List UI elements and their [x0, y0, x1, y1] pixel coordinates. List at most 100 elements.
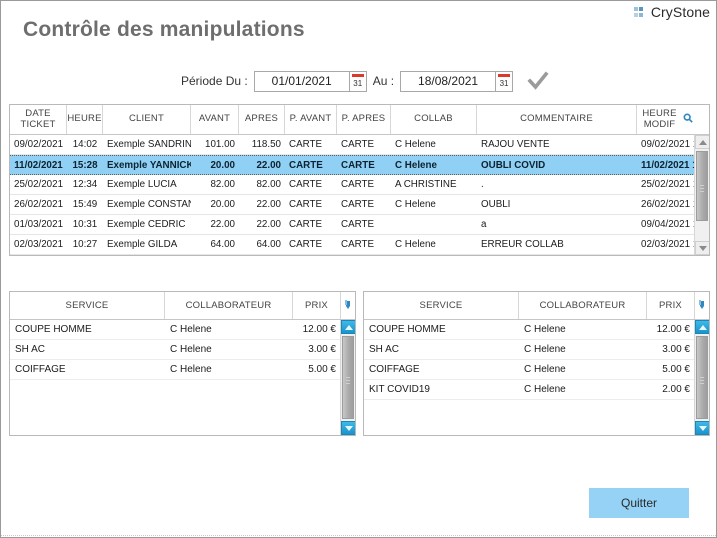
cell-collab: C Helene — [395, 139, 436, 150]
quit-button[interactable]: Quitter — [589, 488, 689, 518]
cell-avant: 22.00 — [210, 219, 235, 230]
detail-right-scroll-thumb[interactable] — [696, 336, 708, 419]
scroll-up-button[interactable] — [695, 135, 709, 149]
detail-table-right[interactable]: SERVICE COLLABORATEUR PRIX COUPE HOMME C He… — [363, 291, 710, 436]
column-header-client[interactable]: CLIENT — [103, 105, 191, 134]
column-header-label: DATE TICKET — [20, 108, 56, 130]
detail-left-cell-service: SH AC — [15, 344, 46, 355]
detail-right-list-item[interactable]: SH AC C Helene 3.00 € — [364, 340, 709, 360]
detail-left-list-item[interactable]: COIFFAGE C Helene 5.00 € — [10, 360, 355, 380]
cell-heure: 12:34 — [72, 179, 98, 190]
table-row[interactable]: 01/03/2021 10:31 Exemple CEDRIC 22.00 22.00 C… — [10, 215, 709, 235]
detail-left-body[interactable]: COUPE HOMME C Helene 12.00 € SH AC C Helene 3… — [10, 320, 355, 435]
cell-avant: 20.00 — [210, 199, 235, 210]
page-title: Contrôle des manipulations — [23, 18, 305, 41]
period-to-label: Au : — [372, 74, 395, 88]
brand-name: CryStone — [650, 4, 710, 20]
table-row-selected[interactable]: 11/02/2021 15:28 Exemple YANNICK 20.00 22.00… — [10, 155, 709, 175]
table-row[interactable]: 09/02/2021 14:02 Exemple SANDRINE 101.00 118… — [10, 135, 709, 155]
table-row[interactable]: 26/02/2021 15:49 Exemple CONSTANC 20.00 22.0… — [10, 195, 709, 215]
period-from-label: Période Du : — [181, 74, 248, 88]
cell-date-ticket: 09/02/2021 — [14, 139, 64, 150]
cell-client: Exemple CONSTANC — [107, 199, 191, 210]
detail-right-column-header-collaborateur[interactable]: COLLABORATEUR — [519, 292, 647, 319]
detail-right-cell-collaborateur: C Helene — [524, 364, 566, 375]
cell-apres: 82.00 — [256, 179, 281, 190]
detail-left-column-header-service[interactable]: SERVICE — [10, 292, 165, 319]
column-header-p-apres[interactable]: P. APRES — [337, 105, 391, 134]
cell-heure-modif: 11/02/2021 17:2 — [641, 159, 695, 171]
detail-left-cell-prix: 12.00 € — [302, 324, 336, 335]
date-from-group: 31 — [253, 70, 367, 92]
cell-heure-modif: 25/02/2021 12:3 — [641, 179, 695, 190]
detail-left-cell-prix: 5.00 € — [308, 364, 336, 375]
detail-left-scroll-up-button[interactable] — [341, 320, 355, 334]
cell-heure-modif: 09/02/2021 14:0 — [641, 139, 695, 150]
detail-left-cell-collaborateur: C Helene — [170, 324, 212, 335]
detail-left-header: SERVICE COLLABORATEUR PRIX — [10, 292, 355, 320]
detail-right-cell-service: KIT COVID19 — [369, 384, 430, 395]
detail-right-body[interactable]: COUPE HOMME C Helene 12.00 € SH AC C Helene 3… — [364, 320, 709, 435]
column-header-date-ticket[interactable]: DATE TICKET — [10, 105, 67, 134]
column-header-heure-modif[interactable]: HEURE MODIF — [637, 105, 695, 134]
cell-avant: 20.00 — [210, 159, 235, 171]
detail-right-list-item[interactable]: COUPE HOMME C Helene 12.00 € — [364, 320, 709, 340]
detail-left-scroll-thumb[interactable] — [342, 336, 354, 419]
manipulations-vertical-scrollbar[interactable] — [694, 135, 709, 255]
column-header-commentaire[interactable]: COMMENTAIRE — [477, 105, 637, 134]
detail-left-scroll-down-button[interactable] — [341, 421, 355, 435]
detail-right-column-chooser-icon[interactable] — [695, 292, 709, 319]
column-header-heure[interactable]: HEURE — [67, 105, 103, 134]
detail-right-list-item[interactable]: COIFFAGE C Helene 5.00 € — [364, 360, 709, 380]
cell-client: Exemple GILDA — [107, 239, 178, 250]
manipulations-table-header: DATE TICKET HEURE CLIENT AVANT APRES P. AVANT… — [10, 105, 709, 135]
cell-client: Exemple YANNICK — [107, 159, 191, 171]
check-mark-icon[interactable] — [527, 70, 549, 92]
cell-avant: 101.00 — [205, 139, 235, 150]
table-row[interactable]: 02/03/2021 10:27 Exemple GILDA 64.00 64.00 CA… — [10, 235, 709, 255]
detail-right-column-header-service[interactable]: SERVICE — [364, 292, 519, 319]
detail-left-column-header-prix[interactable]: PRIX — [293, 292, 341, 319]
cell-heure: 10:31 — [72, 219, 98, 230]
magnifier-icon[interactable] — [683, 113, 693, 126]
column-header-avant[interactable]: AVANT — [191, 105, 239, 134]
cell-p-avant: CARTE — [289, 139, 323, 150]
table-row[interactable]: 25/02/2021 12:34 Exemple LUCIA 82.00 82.00 CA… — [10, 175, 709, 195]
scroll-down-button[interactable] — [695, 241, 709, 255]
detail-left-list-item[interactable]: SH AC C Helene 3.00 € — [10, 340, 355, 360]
detail-right-scroll-down-button[interactable] — [695, 421, 709, 435]
manipulations-table-body[interactable]: 09/02/2021 14:02 Exemple SANDRINE 101.00 118… — [10, 135, 709, 255]
detail-right-column-header-prix[interactable]: PRIX — [647, 292, 695, 319]
detail-right-list-item[interactable]: KIT COVID19 C Helene 2.00 € — [364, 380, 709, 400]
cell-heure: 15:28 — [72, 159, 98, 171]
calendar-from-button[interactable]: 31 — [349, 70, 367, 92]
cell-apres: 22.00 — [256, 219, 281, 230]
detail-right-scrollbar[interactable] — [694, 320, 709, 435]
column-header-p-avant[interactable]: P. AVANT — [285, 105, 337, 134]
detail-right-cell-service: COUPE HOMME — [369, 324, 446, 335]
cell-p-apres: CARTE — [341, 239, 375, 250]
date-from-input[interactable] — [253, 70, 350, 92]
detail-left-scrollbar[interactable] — [340, 320, 355, 435]
detail-right-cell-prix: 5.00 € — [662, 364, 690, 375]
column-header-collab[interactable]: COLLAB — [391, 105, 477, 134]
detail-right-cell-service: SH AC — [369, 344, 400, 355]
cell-collab: A CHRISTINE — [395, 179, 457, 190]
cell-p-avant: CARTE — [289, 199, 323, 210]
detail-table-left[interactable]: SERVICE COLLABORATEUR PRIX COUPE HOMME C He… — [9, 291, 356, 436]
calendar-to-button[interactable]: 31 — [496, 70, 514, 92]
manipulations-table[interactable]: DATE TICKET HEURE CLIENT AVANT APRES P. AVANT… — [9, 104, 710, 256]
cell-heure: 14:02 — [72, 139, 98, 150]
detail-left-column-chooser-icon[interactable] — [341, 292, 355, 319]
scroll-thumb[interactable] — [696, 151, 708, 221]
detail-left-column-header-collaborateur[interactable]: COLLABORATEUR — [165, 292, 293, 319]
date-to-input[interactable] — [400, 70, 497, 92]
cell-commentaire: ERREUR COLLAB — [481, 239, 564, 250]
detail-left-cell-collaborateur: C Helene — [170, 364, 212, 375]
cell-date-ticket: 25/02/2021 — [14, 179, 64, 190]
column-header-label: P. AVANT — [289, 113, 332, 125]
column-header-apres[interactable]: APRES — [239, 105, 285, 134]
column-header-label: P. APRES — [341, 113, 386, 125]
detail-left-list-item[interactable]: COUPE HOMME C Helene 12.00 € — [10, 320, 355, 340]
detail-right-scroll-up-button[interactable] — [695, 320, 709, 334]
